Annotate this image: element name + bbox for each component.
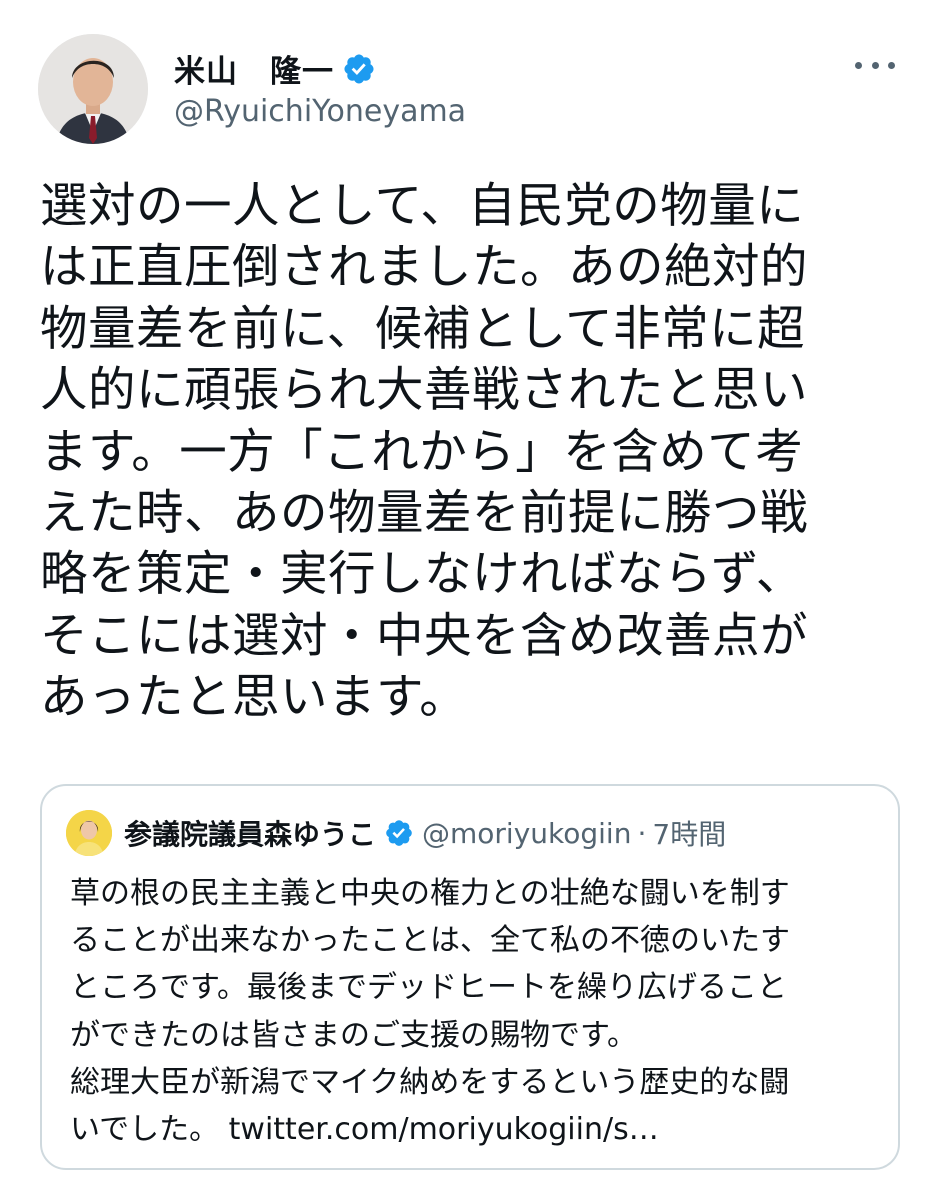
tweet-text-line: は正直圧倒されました。あの絶対的	[40, 240, 808, 296]
quoted-author-handle[interactable]: @moriyukogiin	[422, 817, 631, 850]
quoted-text-line: 草の根の民主主義と中央の権力との壮絶な闘いを制す	[70, 876, 790, 911]
more-dot	[888, 61, 895, 69]
tweet-text-line: えた時、あの物量差を前提に勝つ戦	[40, 486, 808, 542]
more-horizontal-icon[interactable]	[855, 50, 895, 80]
quoted-text-line: ができたのは皆さまのご支援の賜物です。	[70, 1017, 637, 1053]
author-avatar[interactable]	[38, 34, 148, 144]
quoted-text-line: ることが出来なかったことは、全て私の不徳のいたす	[70, 923, 790, 959]
tweet-text-line: 物量差を前に、候補として非常に超	[40, 301, 806, 357]
quoted-text-line: ところです。最後までデッドヒートを繰り広げること	[70, 970, 787, 1006]
author-name-row: 米山 隆一	[174, 46, 376, 91]
quoted-tweet-header: 参議院議員森ゆうこ @moriyukogiin · 7時間	[66, 810, 726, 856]
tweet-header: 米山 隆一 @RyuichiYoneyama	[38, 34, 899, 144]
separator-dot: ·	[637, 816, 647, 850]
author-handle[interactable]: @RyuichiYoneyama	[174, 94, 466, 129]
tweet-text-line: ます。一方「これから」を含めて考	[40, 424, 804, 480]
more-dot	[871, 61, 879, 69]
quoted-tweet-link[interactable]: twitter.com/moriyukogiin/s…	[229, 1112, 659, 1147]
quoted-author-display-name[interactable]: 参議院議員森ゆうこ	[124, 813, 376, 853]
quoted-author-avatar[interactable]	[66, 810, 112, 856]
quoted-avatar-photo	[66, 810, 112, 856]
quoted-text-line: 総理大臣が新潟でマイク納めをするという歴史的な闘	[70, 1064, 790, 1100]
author-display-name[interactable]: 米山 隆一	[174, 46, 334, 91]
verified-badge-icon	[344, 53, 374, 84]
quoted-text-last-line: いでした。 twitter.com/moriyukogiin/s…	[70, 1106, 880, 1153]
quoted-text-fragment: いでした。	[70, 1112, 220, 1148]
verified-badge-icon	[386, 820, 412, 846]
tweet-text-line: そこには選対・中央を含め改善点が	[40, 608, 808, 664]
avatar-photo	[38, 34, 148, 144]
tweet-text-line: 人的に頑張られ大善戦されたと思い	[40, 363, 808, 419]
tweet-text-line: 略を策定・実行しなければならず、	[40, 547, 804, 603]
tweet-text-line: あったと思います。	[40, 670, 468, 726]
tweet-card: 米山 隆一 @RyuichiYoneyama 選対の一人として、自民党の物量に …	[0, 0, 937, 1200]
quoted-tweet[interactable]: 参議院議員森ゆうこ @moriyukogiin · 7時間 草の根の民主主義と中…	[40, 784, 900, 1170]
more-dot	[855, 61, 862, 69]
tweet-text: 選対の一人として、自民党の物量に は正直圧倒されました。あの絶対的 物量差を前に…	[40, 176, 902, 729]
quoted-tweet-text: 草の根の民主主義と中央の権力との壮絶な闘いを制す ることが出来なかったことは、全…	[70, 870, 880, 1153]
tweet-text-line: 選対の一人として、自民党の物量に	[40, 179, 805, 234]
quoted-tweet-timestamp[interactable]: 7時間	[652, 813, 726, 853]
